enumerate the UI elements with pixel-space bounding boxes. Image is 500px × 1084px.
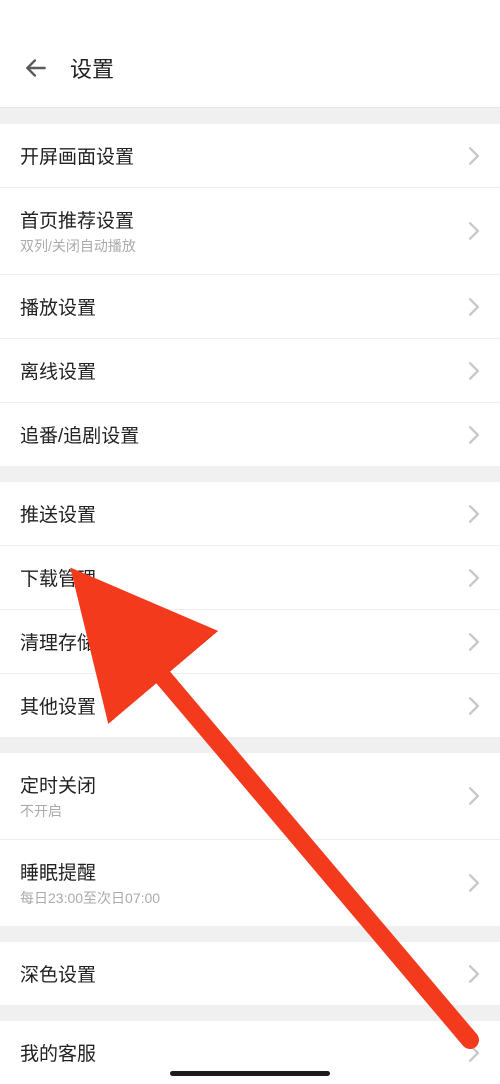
item-text: 播放设置 [20, 293, 96, 320]
chevron-right-icon [468, 298, 480, 316]
chevron-right-icon [468, 787, 480, 805]
item-text: 定时关闭 不开启 [20, 771, 96, 821]
item-splash-settings[interactable]: 开屏画面设置 [0, 124, 500, 188]
item-title: 推送设置 [20, 500, 96, 527]
item-title: 离线设置 [20, 357, 96, 384]
settings-screen: 设置 开屏画面设置 首页推荐设置 双列/关闭自动播放 播放设置 离线设置 [0, 0, 500, 1084]
item-bangumi-settings[interactable]: 追番/追剧设置 [0, 403, 500, 466]
item-text: 推送设置 [20, 500, 96, 527]
item-home-recommend-settings[interactable]: 首页推荐设置 双列/关闭自动播放 [0, 188, 500, 275]
item-title: 其他设置 [20, 692, 96, 719]
item-title: 首页推荐设置 [20, 206, 136, 233]
item-push-settings[interactable]: 推送设置 [0, 482, 500, 546]
item-subtitle: 每日23:00至次日07:00 [20, 888, 160, 908]
chevron-right-icon [468, 426, 480, 444]
settings-group-2: 定时关闭 不开启 睡眠提醒 每日23:00至次日07:00 [0, 753, 500, 926]
item-title: 深色设置 [20, 960, 96, 987]
item-download-manage[interactable]: 下载管理 [0, 546, 500, 610]
chevron-right-icon [468, 362, 480, 380]
chevron-right-icon [468, 874, 480, 892]
item-text: 睡眠提醒 每日23:00至次日07:00 [20, 858, 160, 908]
chevron-right-icon [468, 697, 480, 715]
settings-group-3: 深色设置 [0, 942, 500, 1005]
chevron-right-icon [468, 505, 480, 523]
item-play-settings[interactable]: 播放设置 [0, 275, 500, 339]
item-sleep-reminder[interactable]: 睡眠提醒 每日23:00至次日07:00 [0, 840, 500, 926]
chevron-right-icon [468, 1044, 480, 1062]
item-text: 离线设置 [20, 357, 96, 384]
section-gap [0, 737, 500, 753]
page-title: 设置 [70, 52, 114, 84]
item-offline-settings[interactable]: 离线设置 [0, 339, 500, 403]
item-timed-off[interactable]: 定时关闭 不开启 [0, 753, 500, 840]
item-subtitle: 不开启 [20, 801, 96, 821]
settings-group-1: 推送设置 下载管理 清理存储空间 其他设置 [0, 482, 500, 737]
item-title: 追番/追剧设置 [20, 421, 139, 448]
chevron-right-icon [468, 965, 480, 983]
item-text: 追番/追剧设置 [20, 421, 139, 448]
item-text: 下载管理 [20, 564, 96, 591]
home-indicator [170, 1071, 330, 1076]
item-title: 开屏画面设置 [20, 142, 134, 169]
item-title: 定时关闭 [20, 771, 96, 798]
item-title: 睡眠提醒 [20, 858, 160, 885]
chevron-right-icon [468, 147, 480, 165]
item-clear-storage[interactable]: 清理存储空间 [0, 610, 500, 674]
item-title: 下载管理 [20, 564, 96, 591]
item-title: 清理存储空间 [20, 628, 134, 655]
section-gap [0, 1005, 500, 1021]
chevron-right-icon [468, 222, 480, 240]
section-gap [0, 108, 500, 124]
item-text: 深色设置 [20, 960, 96, 987]
chevron-right-icon [468, 633, 480, 651]
item-subtitle: 双列/关闭自动播放 [20, 236, 136, 256]
chevron-right-icon [468, 569, 480, 587]
header-bar: 设置 [0, 0, 500, 108]
item-text: 我的客服 [20, 1039, 96, 1066]
item-other-settings[interactable]: 其他设置 [0, 674, 500, 737]
item-dark-mode[interactable]: 深色设置 [0, 942, 500, 1005]
item-text: 清理存储空间 [20, 628, 134, 655]
item-title: 我的客服 [20, 1039, 96, 1066]
item-title: 播放设置 [20, 293, 96, 320]
settings-group-0: 开屏画面设置 首页推荐设置 双列/关闭自动播放 播放设置 离线设置 追番 [0, 124, 500, 466]
arrow-left-icon [23, 55, 49, 81]
item-text: 其他设置 [20, 692, 96, 719]
section-gap [0, 926, 500, 942]
item-text: 开屏画面设置 [20, 142, 134, 169]
back-button[interactable] [18, 50, 54, 86]
item-text: 首页推荐设置 双列/关闭自动播放 [20, 206, 136, 256]
section-gap [0, 466, 500, 482]
